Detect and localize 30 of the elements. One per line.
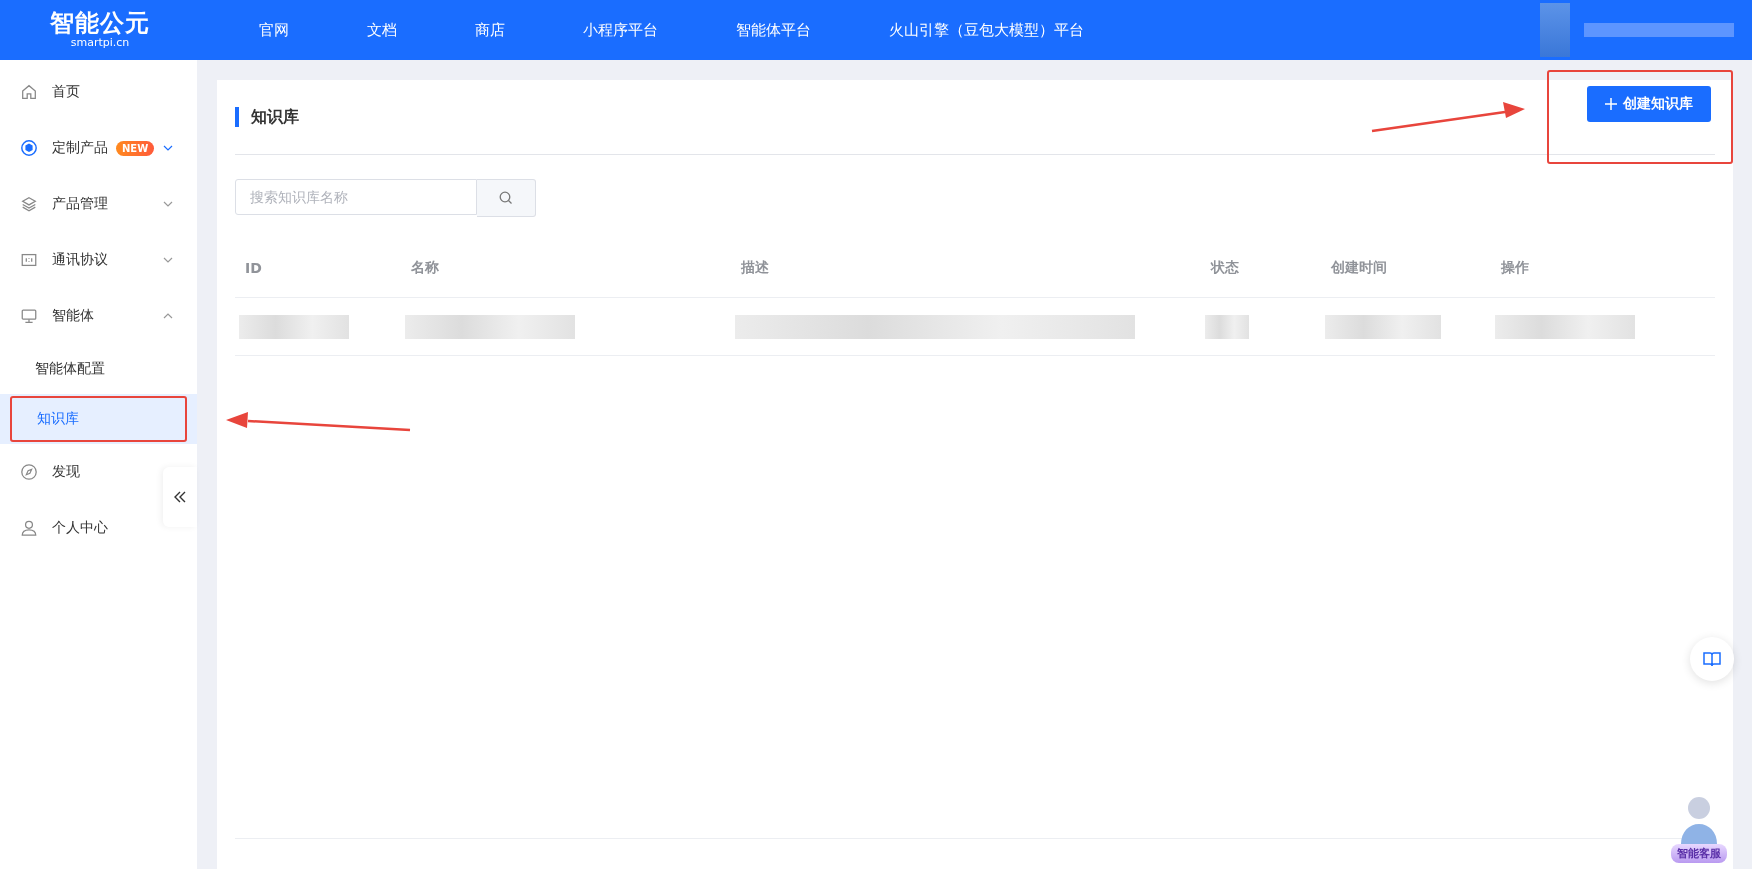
page-title: 知识库: [235, 107, 299, 127]
column-header: 描述: [740, 259, 770, 277]
sidebar-item[interactable]: 产品管理: [0, 176, 180, 232]
sidebar-item[interactable]: 发现: [0, 444, 140, 500]
sidebar-item[interactable]: 智能体: [0, 288, 180, 344]
column-header: 名称: [410, 259, 440, 277]
nav-link[interactable]: 火山引擎（豆包大模型）平台: [850, 20, 1123, 40]
search-field[interactable]: 搜索知识库名称: [235, 179, 477, 215]
column-header: ID: [244, 260, 263, 276]
column-header: 操作: [1500, 259, 1530, 277]
create-knowledge-base-button[interactable]: 创建知识库: [1587, 86, 1711, 122]
logo[interactable]: 智能公元 smartpi.cn: [0, 10, 200, 50]
sidebar-item[interactable]: 个人中心: [0, 500, 140, 556]
column-header: 创建时间: [1330, 259, 1388, 277]
nav-link[interactable]: 小程序平台: [544, 20, 697, 40]
nav-link[interactable]: 智能体平台: [697, 20, 850, 40]
new-badge: NEW: [116, 140, 155, 156]
sidebar-subitem[interactable]: 知识库: [10, 396, 187, 442]
support-label: 智能客服: [1671, 844, 1727, 863]
sidebar-item[interactable]: 首页: [0, 64, 140, 120]
nav-link[interactable]: 商店: [436, 20, 544, 40]
nav-link[interactable]: 文档: [328, 20, 436, 40]
column-header: 状态: [1209, 259, 1240, 277]
sidebar-item[interactable]: 定制产品 NEW: [0, 120, 180, 176]
nav-link[interactable]: 官网: [220, 20, 328, 40]
logo-subtitle: smartpi.cn: [70, 36, 130, 50]
sidebar-subitem[interactable]: 智能体配置: [10, 346, 187, 392]
logo-title: 智能公元: [50, 10, 150, 36]
support-widget[interactable]: 智能客服: [1666, 792, 1732, 863]
sidebar-item[interactable]: 通讯协议: [0, 232, 180, 288]
